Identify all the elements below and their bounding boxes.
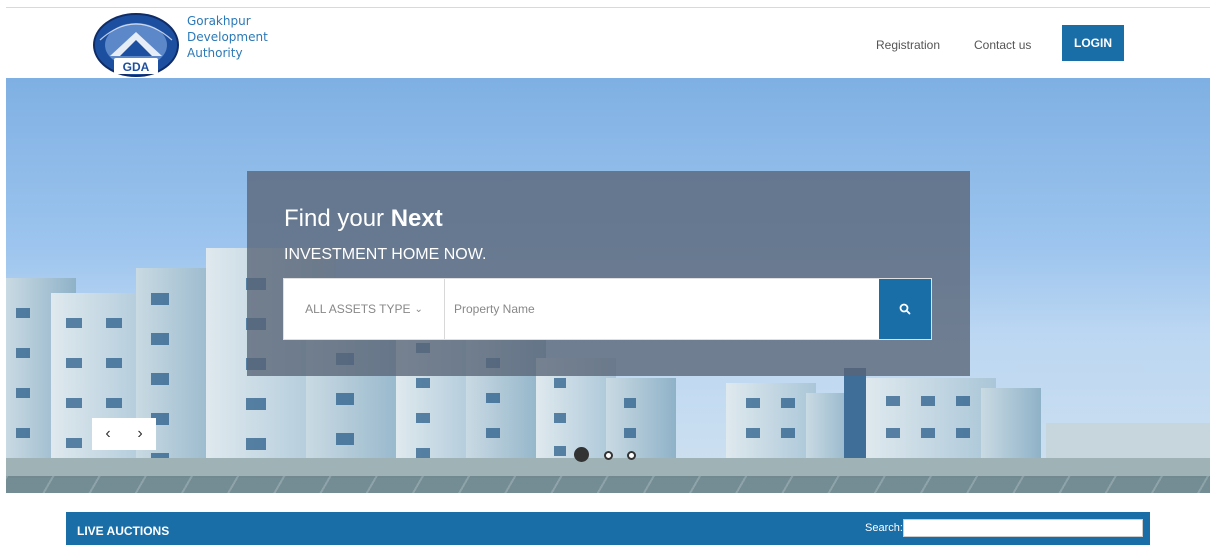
asset-type-label: ALL ASSETS TYPE <box>305 302 411 316</box>
asset-type-dropdown[interactable]: ALL ASSETS TYPE ⌄ <box>284 279 445 339</box>
brand-name[interactable]: Gorakhpur Development Authority <box>187 13 268 61</box>
live-auctions-header: LIVE AUCTIONS Search: <box>66 512 1150 545</box>
hero-title-prefix: Find your <box>284 205 391 232</box>
chevron-down-icon: ⌄ <box>414 303 423 315</box>
brand-line: Gorakhpur <box>187 14 251 28</box>
decorative-strip <box>6 476 1210 493</box>
hero-title-bold: Next <box>390 205 443 232</box>
hero-carousel: Find your Next INVESTMENT HOME NOW. ALL … <box>6 78 1210 493</box>
brand-line: Authority <box>187 46 243 60</box>
gda-logo[interactable]: GDA <box>90 10 182 78</box>
brand-line: Development <box>187 30 268 44</box>
auction-search-input[interactable] <box>903 519 1143 537</box>
carousel-prev-button[interactable]: ‹ <box>92 418 124 450</box>
search-button[interactable] <box>879 279 931 339</box>
property-name-input[interactable] <box>446 279 878 339</box>
search-panel: Find your Next INVESTMENT HOME NOW. ALL … <box>247 171 970 376</box>
nav-contact-link[interactable]: Contact us <box>974 38 1031 52</box>
auction-search-label: Search: <box>865 522 903 534</box>
site-header: GDA Gorakhpur Development Authority Regi… <box>6 8 1210 78</box>
carousel-next-button[interactable]: › <box>124 418 156 450</box>
login-button[interactable]: LOGIN <box>1062 25 1124 61</box>
carousel-dot-1[interactable] <box>574 447 589 462</box>
carousel-dot-3[interactable] <box>627 451 636 460</box>
hero-title: Find your Next <box>284 205 443 233</box>
carousel-dot-2[interactable] <box>604 451 613 460</box>
hero-subtitle: INVESTMENT HOME NOW. <box>284 246 487 263</box>
live-auctions-title: LIVE AUCTIONS <box>77 524 170 538</box>
logo-text: GDA <box>123 60 150 74</box>
search-icon <box>899 303 911 315</box>
property-search-bar: ALL ASSETS TYPE ⌄ <box>283 278 932 340</box>
carousel-arrows: ‹ › <box>92 418 156 450</box>
nav-registration-link[interactable]: Registration <box>876 38 940 52</box>
